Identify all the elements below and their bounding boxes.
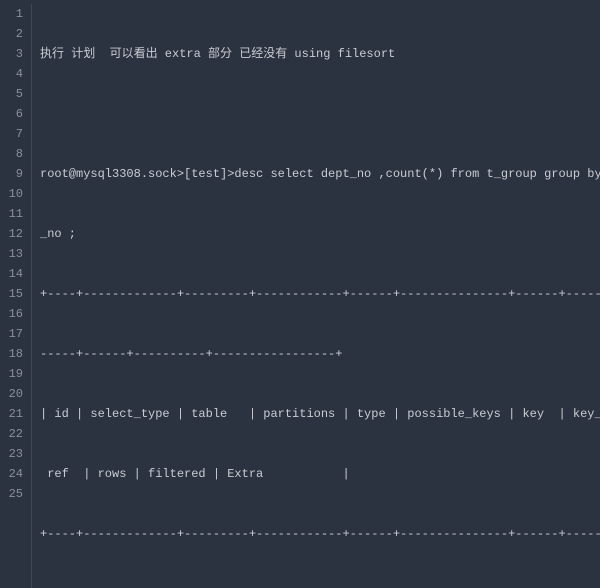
line-number: 17 [0, 324, 23, 344]
code-line: -----+------+----------+----------------… [40, 344, 600, 364]
code-line: 执行 计划 可以看出 extra 部分 已经没有 using filesort [40, 44, 600, 64]
code-line: +----+-------------+---------+----------… [40, 284, 600, 304]
line-number: 7 [0, 124, 23, 144]
line-number [0, 524, 23, 544]
line-number: 14 [0, 264, 23, 284]
line-number: 6 [0, 104, 23, 124]
line-number [0, 544, 23, 564]
line-number [0, 504, 23, 524]
code-line: | id | select_type | table | partitions … [40, 404, 600, 424]
line-number: 9 [0, 164, 23, 184]
code-line: -----+------+----------+----------------… [40, 584, 600, 588]
line-number-gutter: 1 2 3 4 5 6 7 8 9 10 11 12 13 14 15 16 1… [0, 4, 32, 588]
line-number: 3 [0, 44, 23, 64]
line-number: 16 [0, 304, 23, 324]
line-number: 20 [0, 384, 23, 404]
line-number: 8 [0, 144, 23, 164]
line-number: 25 [0, 484, 23, 504]
code-line: root@mysql3308.sock>[test]>desc select d… [40, 164, 600, 184]
line-number: 24 [0, 464, 23, 484]
code-line: ref | rows | filtered | Extra | [40, 464, 600, 484]
code-line [40, 104, 600, 124]
line-number: 11 [0, 204, 23, 224]
line-number [0, 564, 23, 584]
line-number: 10 [0, 184, 23, 204]
code-line: +----+-------------+---------+----------… [40, 524, 600, 544]
line-number: 21 [0, 404, 23, 424]
code-line: _no ; [40, 224, 600, 244]
line-number: 13 [0, 244, 23, 264]
line-number: 19 [0, 364, 23, 384]
line-number: 12 [0, 224, 23, 244]
code-area[interactable]: 执行 计划 可以看出 extra 部分 已经没有 using filesort … [32, 4, 600, 588]
line-number: 5 [0, 84, 23, 104]
line-number: 2 [0, 24, 23, 44]
line-number [0, 584, 23, 588]
line-number: 1 [0, 4, 23, 24]
line-number: 18 [0, 344, 23, 364]
line-number: 15 [0, 284, 23, 304]
line-number: 4 [0, 64, 23, 84]
code-editor: 1 2 3 4 5 6 7 8 9 10 11 12 13 14 15 16 1… [0, 0, 600, 588]
line-number: 23 [0, 444, 23, 464]
line-number: 22 [0, 424, 23, 444]
